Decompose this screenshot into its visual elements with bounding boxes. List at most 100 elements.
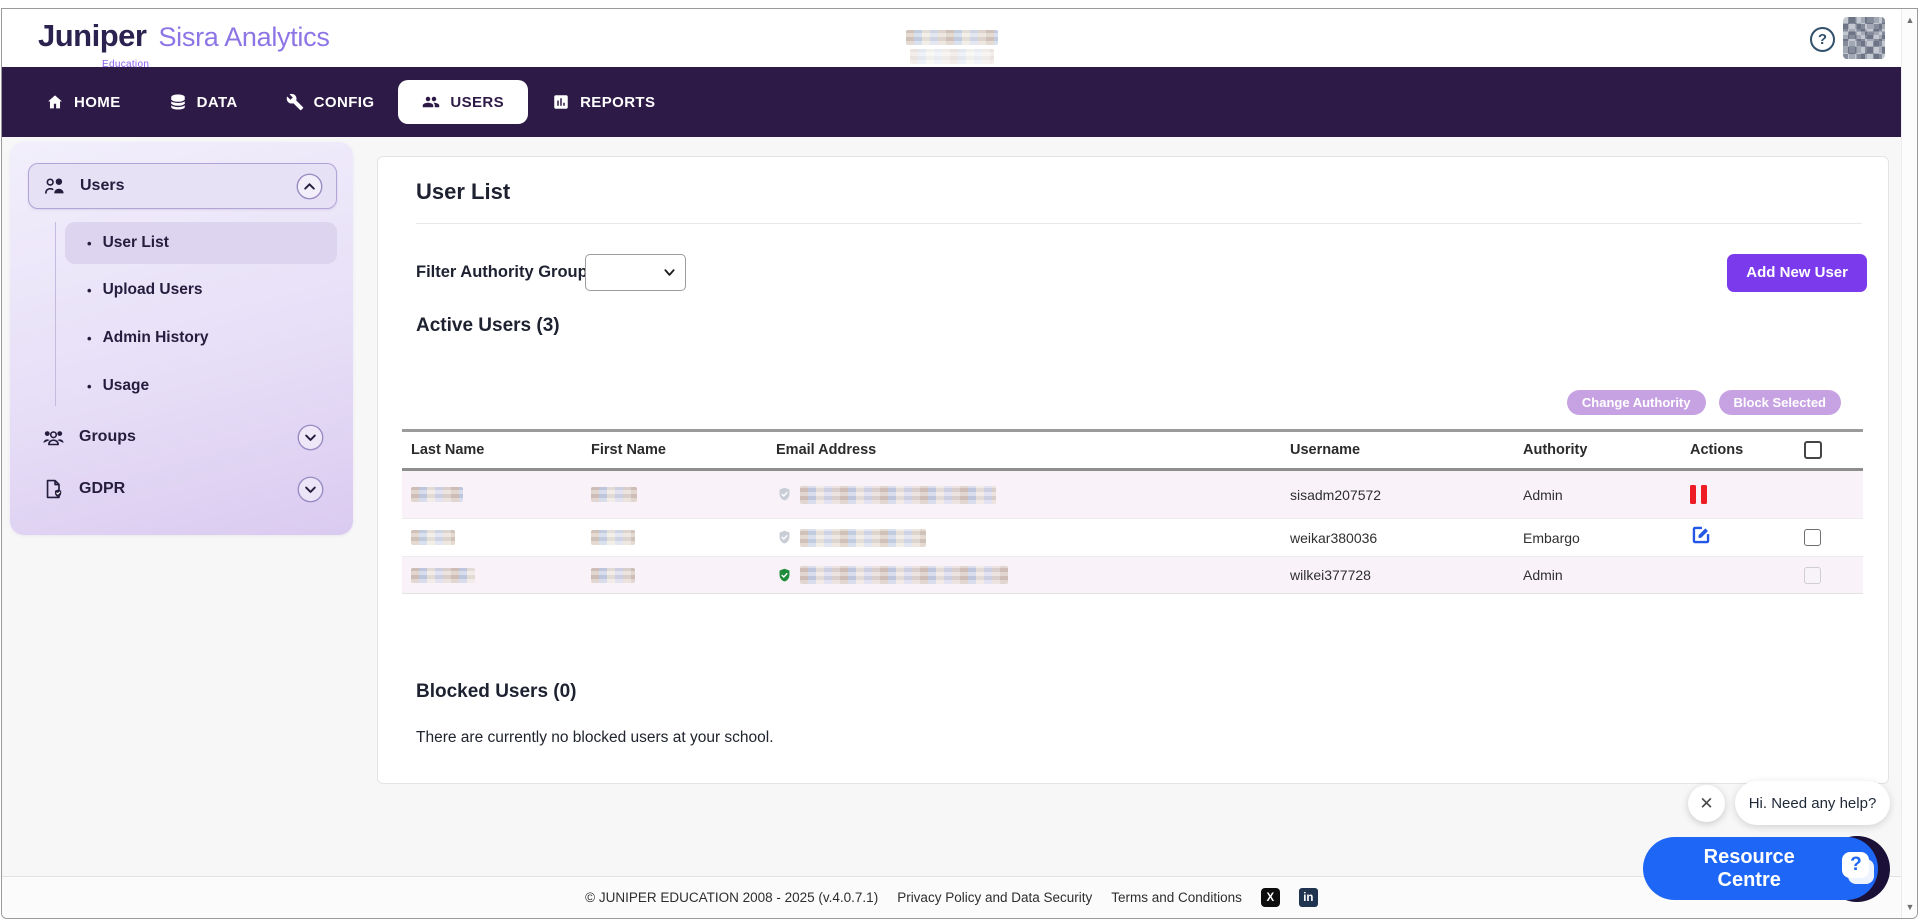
home-icon [46,93,64,111]
bullet-icon: • [87,236,92,251]
sidebar-tree-connector [55,222,56,406]
active-users-heading: Active Users (3) [416,315,560,337]
nav-users-label: USERS [450,94,504,111]
groups-icon [41,426,66,448]
blocked-users-heading: Blocked Users (0) [416,681,577,703]
users-icon [422,93,440,111]
nav-config-label: CONFIG [314,94,375,111]
email-redacted [800,529,926,547]
sidebar-item-admin-history[interactable]: • Admin History [65,323,337,353]
sidebar-item-user-list[interactable]: • User List [65,222,337,264]
terms-link[interactable]: Terms and Conditions [1111,890,1242,905]
block-selected-button[interactable]: Block Selected [1719,390,1842,415]
page-title: User List [416,179,510,205]
bullet-icon: • [87,379,92,394]
select-all-checkbox[interactable] [1804,441,1822,459]
scroll-down-icon[interactable]: ▼ [1902,899,1918,915]
col-last-name: Last Name [411,442,591,458]
primary-nav: HOME DATA CONFIG USERS REPORTS [2,67,1901,137]
table-row: weikar380036 Embargo [402,518,1863,556]
sidebar-item-label: Upload Users [103,281,203,299]
sidebar-item-label: User List [103,234,169,252]
x-social-icon[interactable]: X [1261,888,1280,907]
reports-icon [552,93,570,111]
shield-check-grey-icon [776,486,793,503]
last-name-redacted [411,568,475,583]
product-name: Sisra Analytics [158,22,329,53]
sidebar-section-users[interactable]: Users [28,163,337,209]
sidebar-item-upload-users[interactable]: • Upload Users [65,275,337,305]
nav-reports-label: REPORTS [580,94,655,111]
linkedin-icon[interactable]: in [1299,888,1318,907]
authority-cell: Admin [1523,567,1690,583]
nav-data[interactable]: DATA [145,80,262,124]
last-name-redacted [411,487,463,502]
page-footer: © JUNIPER EDUCATION 2008 - 2025 (v.4.0.7… [2,876,1901,918]
first-name-redacted [591,487,637,502]
table-row: wilkei377728 Admin [402,556,1863,594]
email-redacted [800,486,996,504]
bullet-icon: • [87,283,92,298]
first-name-redacted [591,568,635,583]
change-authority-button[interactable]: Change Authority [1567,390,1706,415]
divider [416,223,1862,224]
row-checkbox[interactable] [1804,529,1821,546]
nav-data-label: DATA [197,94,238,111]
nav-reports[interactable]: REPORTS [528,80,679,124]
avatar[interactable] [1843,17,1885,59]
last-name-redacted [411,530,455,545]
blocked-users-empty-text: There are currently no blocked users at … [416,729,774,747]
row-checkbox-disabled [1804,567,1821,584]
add-new-user-button[interactable]: Add New User [1727,254,1867,292]
copyright-text: © JUNIPER EDUCATION 2008 - 2025 (v.4.0.7… [585,890,878,905]
brand-name: Juniper [38,18,146,54]
help-chat-icon: ? [1840,850,1878,888]
close-icon: ✕ [1699,794,1713,813]
wrench-icon [286,93,304,111]
chat-greeting-text: Hi. Need any help? [1749,795,1877,812]
col-authority: Authority [1523,442,1690,458]
database-icon [169,93,187,111]
resource-centre-button[interactable]: Resource Centre ? [1643,837,1878,900]
privacy-policy-link[interactable]: Privacy Policy and Data Security [897,890,1092,905]
chat-greeting-bubble[interactable]: Hi. Need any help? [1735,781,1890,825]
col-email: Email Address [776,442,1290,458]
top-header: Juniper Education Sisra Analytics ? [2,9,1901,67]
brand-subtitle: Education [102,59,149,70]
chevron-up-icon[interactable] [296,173,323,200]
username-cell: sisadm207572 [1290,487,1523,503]
chevron-down-icon [663,266,676,279]
authority-group-select[interactable] [585,254,686,291]
school-name-redacted [906,30,998,45]
sidebar-gdpr-label: GDPR [79,480,125,498]
main-panel: User List Filter Authority Group by: Add… [377,156,1889,784]
sidebar-section-groups[interactable]: Groups [28,417,337,457]
sidebar-section-gdpr[interactable]: GDPR [28,469,337,509]
help-icon[interactable]: ? [1810,27,1835,52]
bullet-icon: • [87,331,92,346]
pause-icon[interactable] [1690,485,1804,504]
sidebar-item-label: Admin History [103,329,209,347]
school-name-redacted-line2 [910,49,994,64]
bulk-actions: Change Authority Block Selected [1567,390,1841,415]
table-row: sisadm207572 Admin [402,471,1863,518]
chat-close-button[interactable]: ✕ [1688,785,1725,822]
chevron-down-icon[interactable] [297,476,324,503]
scroll-up-icon[interactable]: ▲ [1902,12,1918,28]
juniper-logo[interactable]: Juniper Education Sisra Analytics [38,18,330,54]
users-duo-icon [42,175,67,197]
authority-cell: Embargo [1523,530,1690,546]
sidebar: Users • User List • Upload Users • [10,142,353,535]
shield-check-grey-icon [776,529,793,546]
app-root: Juniper Education Sisra Analytics ? HOME [2,9,1901,918]
vertical-scrollbar[interactable]: ▲ ▼ [1901,9,1917,918]
nav-home[interactable]: HOME [22,80,145,124]
nav-config[interactable]: CONFIG [262,80,399,124]
sidebar-users-label: Users [80,177,124,195]
chevron-down-icon[interactable] [297,424,324,451]
shield-check-green-icon [776,567,793,584]
edit-icon[interactable] [1690,533,1712,550]
sidebar-item-usage[interactable]: • Usage [65,371,337,401]
page-body: Users • User List • Upload Users • [2,137,1901,918]
nav-users[interactable]: USERS [398,80,528,124]
